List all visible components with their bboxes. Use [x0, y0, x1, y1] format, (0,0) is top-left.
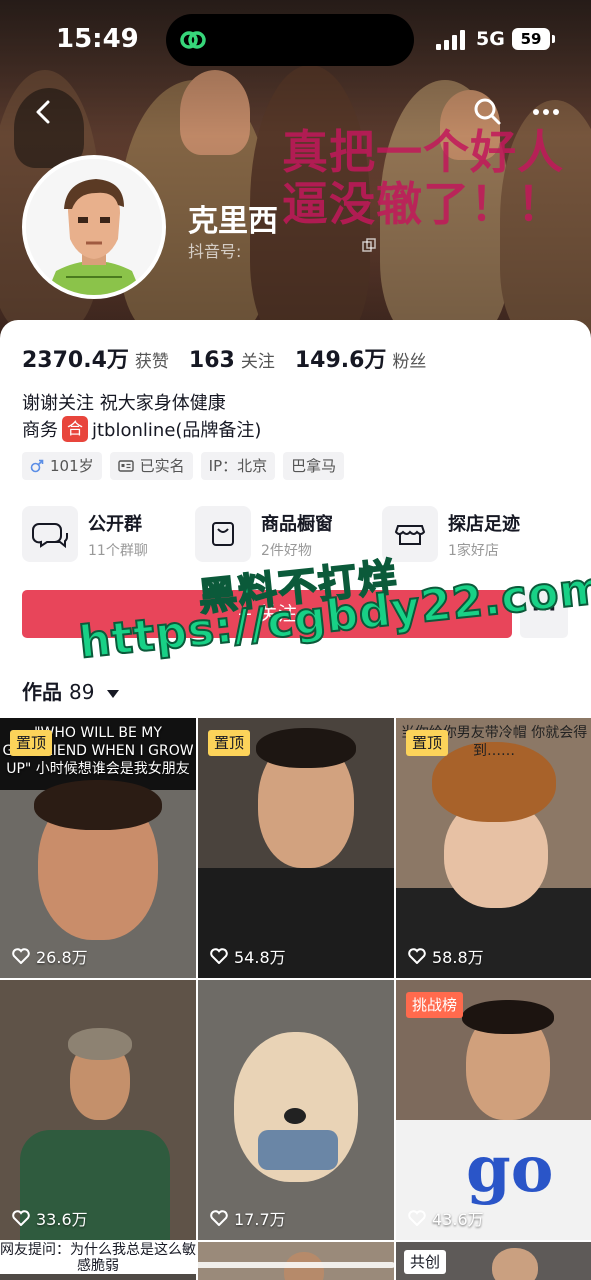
- co-create-badge: 共创: [404, 1250, 447, 1274]
- heart-icon: [12, 1210, 30, 1226]
- tag-location: 巴拿马: [283, 452, 345, 480]
- bio-business-contact: jtblonline(品牌备注): [92, 420, 262, 441]
- profile-screen: 15:49 5G 59 真把一个好人 逼没辙了！！ 克里西 抖音号: 2370.…: [0, 0, 591, 1280]
- profile-tags: 101岁 已实名 IP：北京 巴拿马: [22, 452, 352, 480]
- stats-row: 2370.4万 获赞 163 关注 149.6万 粉丝: [22, 342, 446, 374]
- video-likes: 26.8万: [12, 944, 88, 968]
- likes-label: 获赞: [134, 352, 169, 372]
- pinned-badge: 置顶: [10, 730, 53, 756]
- tag-verified: 已实名: [109, 452, 193, 480]
- video-likes-count: 58.8万: [432, 948, 484, 967]
- chat-bubbles-icon: [32, 523, 68, 549]
- tag-ip: IP：北京: [200, 452, 276, 480]
- business-badge-icon: 合: [62, 416, 88, 442]
- video-tile[interactable]: [198, 1242, 394, 1280]
- video-tile[interactable]: 17.7万: [198, 980, 394, 1240]
- video-caption: 网友提问：为什么我总是这么敏感脆弱: [0, 1242, 196, 1274]
- video-likes-count: 54.8万: [234, 948, 286, 967]
- network-type: 5G: [476, 28, 505, 50]
- video-likes: 43.6万: [408, 1206, 484, 1230]
- heart-icon: [210, 1210, 228, 1226]
- video-tile[interactable]: 置顶 54.8万: [198, 718, 394, 978]
- works-tab[interactable]: 作品 89: [22, 676, 120, 705]
- video-tile[interactable]: 33.6万: [0, 980, 196, 1240]
- entry-store-visits-sub: 1家好店: [448, 543, 499, 559]
- profile-name: 克里西: [188, 204, 278, 239]
- tag-verified-text: 已实名: [139, 457, 185, 475]
- video-likes: 54.8万: [210, 944, 286, 968]
- video-tile[interactable]: 网友提问：为什么我总是这么敏感脆弱: [0, 1242, 196, 1280]
- entry-public-group[interactable]: 公开群 11个群聊: [22, 506, 192, 562]
- entry-product-showcase-title: 商品橱窗: [261, 514, 333, 535]
- tag-age-text: 101岁: [50, 457, 94, 475]
- banner-overlay-text: 真把一个好人 逼没辙了！！: [282, 126, 591, 230]
- video-tile[interactable]: go 挑战榜 43.6万: [396, 980, 591, 1240]
- tag-age: 101岁: [22, 452, 102, 480]
- signal-icon: [436, 30, 468, 50]
- following-count[interactable]: 163: [189, 348, 235, 373]
- heart-icon: [12, 948, 30, 964]
- status-bar: 15:49 5G 59: [0, 0, 591, 80]
- tag-ip-text: IP：北京: [208, 457, 268, 475]
- overlay-line-2: 逼没辙了！！: [282, 177, 564, 231]
- back-icon[interactable]: [24, 92, 64, 132]
- battery-tip: [552, 35, 555, 43]
- video-tile[interactable]: "WHO WILL BE MY GIRLFRIEND WHEN I GROW U…: [0, 718, 196, 978]
- shopping-bag-icon: [212, 522, 234, 546]
- entry-store-visits-title: 探店足迹: [448, 514, 520, 535]
- likes-count: 2370.4万: [22, 348, 129, 373]
- bio-business-label: 商务: [22, 420, 58, 441]
- video-tile[interactable]: 共创: [396, 1242, 591, 1280]
- entry-public-group-title: 公开群: [88, 514, 142, 535]
- following-label[interactable]: 关注: [241, 347, 275, 372]
- video-likes-count: 26.8万: [36, 948, 88, 967]
- video-likes-count: 17.7万: [234, 1210, 286, 1229]
- works-count: 89: [68, 680, 95, 704]
- copy-icon[interactable]: [362, 238, 376, 252]
- pinned-badge: 置顶: [208, 730, 251, 756]
- dynamic-island: [166, 14, 414, 66]
- heart-icon: [210, 948, 228, 964]
- video-tile[interactable]: 当你给你男友带冷帽 你就会得到…… 置顶 58.8万: [396, 718, 591, 978]
- battery-icon: 59: [512, 28, 550, 50]
- home-indicator[interactable]: [195, 1262, 395, 1268]
- video-likes-count: 33.6万: [36, 1210, 88, 1229]
- bio-line-1: 谢谢关注 祝大家身体健康: [22, 393, 226, 414]
- entry-public-group-sub: 11个群聊: [88, 543, 148, 559]
- avatar[interactable]: [22, 155, 166, 299]
- douyin-id: 抖音号:: [188, 242, 242, 261]
- challenge-badge: 挑战榜: [406, 992, 464, 1018]
- male-icon: [30, 459, 44, 473]
- followers-label[interactable]: 粉丝: [392, 347, 426, 372]
- pinned-badge: 置顶: [406, 730, 449, 756]
- video-likes: 33.6万: [12, 1206, 88, 1230]
- status-time: 15:49: [56, 24, 139, 54]
- video-likes-count: 43.6万: [432, 1210, 484, 1229]
- overlay-line-1: 真把一个好人: [282, 125, 564, 179]
- works-label: 作品: [22, 680, 62, 704]
- entry-store-visits[interactable]: 探店足迹 1家好店: [382, 506, 572, 562]
- id-card-icon: [117, 460, 134, 472]
- bio-line-2: 商务 合 jtblonline(品牌备注): [22, 416, 261, 442]
- video-likes: 58.8万: [408, 944, 484, 968]
- heart-icon: [408, 1210, 426, 1226]
- dropdown-arrow-icon: [107, 689, 120, 698]
- heart-icon: [408, 948, 426, 964]
- tag-location-text: 巴拿马: [291, 457, 337, 475]
- link-icon: [180, 31, 206, 49]
- avatar-illustration: [26, 159, 162, 295]
- video-likes: 17.7万: [210, 1206, 286, 1230]
- followers-count[interactable]: 149.6万: [295, 342, 387, 374]
